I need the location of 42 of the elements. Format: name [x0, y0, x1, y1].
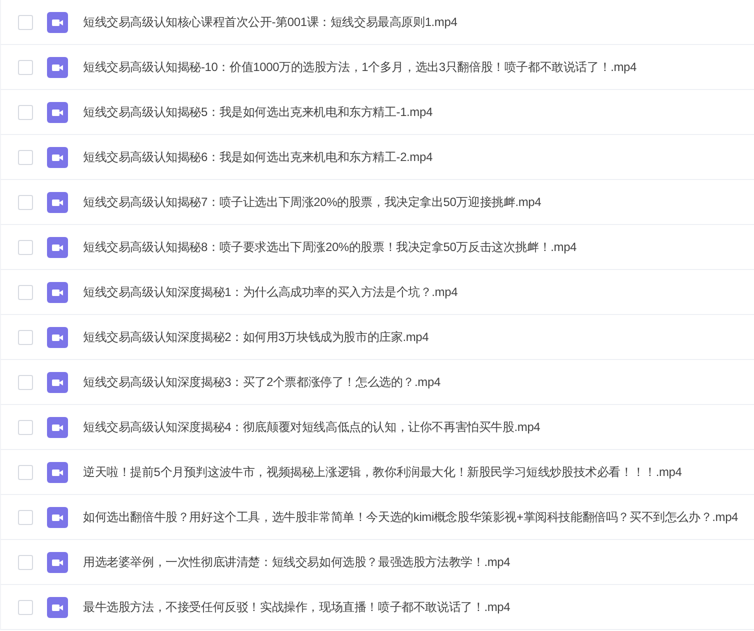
video-file-icon: [47, 12, 68, 32]
file-name[interactable]: 短线交易高级认知深度揭秘2：如何用3万块钱成为股市的庄家.mp4: [83, 328, 429, 346]
file-name[interactable]: 短线交易高级认知揭秘7：喷子让选出下周涨20%的股票，我决定拿出50万迎接挑衅.mp4: [83, 193, 542, 211]
video-file-icon: [47, 326, 68, 348]
video-file-icon: [47, 596, 68, 618]
file-name[interactable]: 短线交易高级认知核心课程首次公开-第001课：短线交易最高原则1.mp4: [83, 13, 458, 31]
file-name[interactable]: 用选老婆举例，一次性彻底讲清楚：短线交易如何选股？最强选股方法教学！.mp4: [83, 553, 510, 571]
checkbox[interactable]: [18, 420, 33, 434]
file-name[interactable]: 短线交易高级认知深度揭秘1：为什么高成功率的买入方法是个坑？.mp4: [83, 283, 458, 301]
file-name[interactable]: 如何选出翻倍牛股？用好这个工具，选牛股非常简单！今天选的kimi概念股华策影视+掌阅科技能翻倍吗？买不到怎么办？.mp4: [83, 508, 738, 526]
checkbox[interactable]: [18, 150, 33, 164]
video-file-icon: [47, 102, 68, 122]
file-name[interactable]: 短线交易高级认知深度揭秘3：买了2个票都涨停了！怎么选的？.mp4: [83, 373, 440, 391]
checkbox[interactable]: [18, 374, 33, 390]
checkbox[interactable]: [18, 464, 33, 480]
video-file-icon: [47, 416, 68, 438]
file-name[interactable]: 短线交易高级认知揭秘5：我是如何选出克来机电和东方精工-1.mp4: [83, 103, 432, 121]
video-file-icon: [47, 56, 68, 78]
video-file-icon: [47, 552, 68, 572]
checkbox[interactable]: [18, 284, 33, 300]
video-file-icon: [47, 282, 68, 302]
checkbox[interactable]: [18, 554, 33, 570]
video-file-icon: [47, 506, 68, 528]
file-name[interactable]: 短线交易高级认知揭秘6：我是如何选出克来机电和东方精工-2.mp4: [83, 148, 432, 166]
checkbox[interactable]: [18, 510, 33, 524]
checkbox[interactable]: [18, 14, 33, 30]
file-name[interactable]: 短线交易高级认知揭秘8：喷子要求选出下周涨20%的股票！我决定拿50万反击这次挑衅！.mp4: [83, 238, 577, 256]
video-file-icon: [47, 146, 68, 168]
file-name[interactable]: 逆天啦！提前5个月预判这波牛市，视频揭秘上涨逻辑，教你利润最大化！新股民学习短线炒股技术必看！！！.mp4: [83, 463, 682, 481]
checkbox[interactable]: [18, 194, 33, 210]
checkbox[interactable]: [18, 330, 33, 344]
file-name[interactable]: 最牛选股方法，不接受任何反驳！实战操作，现场直播！喷子都不敢说话了！.mp4: [83, 598, 510, 616]
video-file-icon: [47, 236, 68, 258]
checkbox[interactable]: [18, 60, 33, 74]
checkbox[interactable]: [18, 600, 33, 614]
video-file-icon: [47, 372, 68, 392]
checkbox[interactable]: [18, 240, 33, 254]
video-file-icon: [47, 192, 68, 212]
file-name[interactable]: 短线交易高级认知深度揭秘4：彻底颠覆对短线高低点的认知，让你不再害怕买牛股.mp4: [83, 418, 540, 436]
file-name[interactable]: 短线交易高级认知揭秘-10：价值1000万的选股方法，1个多月，选出3只翻倍股！喷子都不敢说话了！.mp4: [83, 58, 636, 76]
checkbox[interactable]: [18, 104, 33, 120]
video-file-icon: [47, 462, 68, 482]
